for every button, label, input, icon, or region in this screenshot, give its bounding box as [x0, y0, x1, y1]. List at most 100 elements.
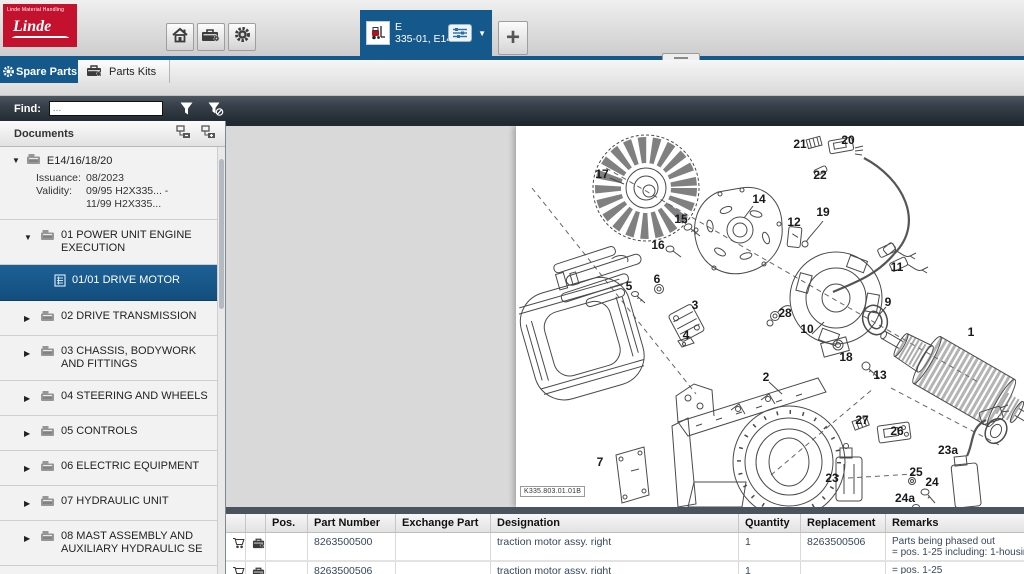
parts-table-panel: Pos. Part Number Exchange Part Designati…	[226, 507, 1024, 574]
assembly-icon	[40, 460, 55, 476]
part-callout-28[interactable]: 28	[778, 306, 792, 320]
tab-spare-parts[interactable]: Spare Parts	[0, 60, 78, 83]
tab-parts-kits[interactable]: Parts Kits	[78, 60, 170, 83]
tree-arrow-icon[interactable]: ▶	[24, 495, 34, 510]
part-callout-19[interactable]: 19	[816, 205, 830, 219]
tree-arrow-icon[interactable]: ▶	[24, 390, 34, 405]
tree-item[interactable]: ▼ 01 POWER UNIT ENGINE EXECUTION	[0, 220, 218, 265]
part-callout-7[interactable]: 7	[597, 455, 604, 469]
tree-item[interactable]: 01/01 DRIVE MOTOR	[0, 265, 218, 301]
col-cart	[226, 514, 246, 532]
part-callout-12[interactable]: 12	[787, 215, 801, 229]
tree-expand-all-button[interactable]	[200, 124, 217, 143]
tree-root-item[interactable]: ▼ E14/16/18/20	[0, 147, 218, 170]
tab-filter-button[interactable]	[448, 24, 473, 42]
add-to-cart-button[interactable]	[226, 533, 246, 560]
part-callout-17[interactable]: 17	[595, 167, 609, 181]
part-callout-3[interactable]: 3	[692, 298, 699, 312]
table-row[interactable]: 8263500506 traction motor assy. right 1 …	[226, 562, 1024, 574]
home-button[interactable]	[166, 23, 194, 51]
part-callout-18[interactable]: 18	[839, 350, 853, 364]
tree-item[interactable]: ▶ 07 HYDRAULIC UNIT	[0, 486, 218, 521]
tree-arrow-icon[interactable]: ▼	[12, 156, 20, 165]
part-callout-22[interactable]: 22	[813, 168, 827, 182]
tree-arrow-icon[interactable]: ▶	[24, 460, 34, 475]
part-callout-1[interactable]: 1	[968, 325, 975, 339]
issuance-value: 08/2023	[86, 172, 124, 184]
cell-part-number[interactable]: 8263500500	[308, 533, 396, 560]
col-exchange-part[interactable]: Exchange Part	[396, 514, 491, 532]
clear-filter-button[interactable]	[207, 101, 225, 117]
part-callout-2[interactable]: 2	[763, 370, 770, 384]
cell-replacement[interactable]	[801, 562, 886, 574]
tree-item-label: 02 DRIVE TRANSMISSION	[61, 310, 197, 322]
sidebar-scrollbar[interactable]	[217, 147, 225, 574]
part-callout-15[interactable]: 15	[674, 212, 688, 226]
cell-replacement[interactable]: 8263500506	[801, 533, 886, 560]
drawing-viewer[interactable]: 17 15 16 14 21 20 22 12 19 11 9 28 10 18 13 1 2 27 26 23 25 2…	[226, 121, 1024, 507]
part-callout-11[interactable]: 11	[891, 260, 904, 274]
find-input[interactable]	[48, 101, 163, 116]
tree-item-label: 05 CONTROLS	[61, 425, 138, 437]
tree-arrow-icon[interactable]: ▶	[24, 530, 34, 545]
plus-icon: +	[505, 24, 520, 51]
tree-item[interactable]: ▶ 04 STEERING AND WHEELS	[0, 381, 218, 416]
find-label: Find:	[14, 102, 41, 115]
tree-arrow-icon[interactable]: ▼	[24, 229, 34, 244]
cell-exchange-part	[396, 562, 491, 574]
scrollbar-thumb[interactable]	[219, 159, 224, 309]
tree-arrow-icon[interactable]	[38, 274, 48, 276]
document-tab[interactable]: E 335-01, E14... ▼	[360, 10, 492, 56]
part-callout-24[interactable]: 24	[925, 475, 939, 489]
tree-arrow-icon[interactable]: ▶	[24, 345, 34, 360]
part-callout-13[interactable]: 13	[873, 368, 887, 382]
col-part-number[interactable]: Part Number	[308, 514, 396, 532]
col-replacement[interactable]: Replacement	[801, 514, 886, 532]
part-callout-10[interactable]: 10	[800, 322, 814, 336]
part-callout-25[interactable]: 25	[909, 465, 923, 479]
table-row[interactable]: 8263500500 traction motor assy. right 1 …	[226, 533, 1024, 562]
part-callout-16[interactable]: 16	[651, 238, 665, 252]
add-to-kit-button[interactable]	[246, 533, 266, 560]
part-callout-27[interactable]: 27	[855, 413, 869, 427]
part-callout-20[interactable]: 20	[841, 133, 855, 147]
tree-arrow-icon[interactable]: ▶	[24, 425, 34, 440]
col-designation[interactable]: Designation	[491, 514, 739, 532]
tree-item[interactable]: ▶ 02 DRIVE TRANSMISSION	[0, 301, 218, 336]
add-to-cart-button[interactable]	[226, 562, 246, 574]
parts-manager-button[interactable]	[197, 23, 225, 51]
new-tab-button[interactable]: +	[498, 21, 528, 55]
part-callout-9[interactable]: 9	[885, 295, 892, 309]
forklift-icon	[366, 21, 390, 45]
document-icon	[54, 274, 66, 291]
tree-item[interactable]: ▶ 09 SPECIAL EQUIPMENTS	[0, 566, 218, 574]
tree-item[interactable]: ▶ 03 CHASSIS, BODYWORK AND FITTINGS	[0, 336, 218, 381]
part-callout-14[interactable]: 14	[752, 192, 766, 206]
part-callout-21[interactable]: 21	[793, 137, 807, 151]
add-to-kit-button[interactable]	[246, 562, 266, 574]
settings-button[interactable]	[228, 23, 256, 51]
tab-dropdown-icon[interactable]: ▼	[478, 29, 486, 38]
part-callout-24a[interactable]: 24a	[895, 491, 915, 505]
col-pos[interactable]: Pos.	[266, 514, 308, 532]
tree-item[interactable]: ▶ 06 ELECTRIC EQUIPMENT	[0, 451, 218, 486]
tree-item-label: 08 MAST ASSEMBLY AND AUXILIARY HYDRAULIC…	[61, 530, 203, 555]
cell-pos	[266, 562, 308, 574]
tree-item[interactable]: ▶ 08 MAST ASSEMBLY AND AUXILIARY HYDRAUL…	[0, 521, 218, 566]
part-callout-26[interactable]: 26	[890, 424, 904, 438]
col-remarks[interactable]: Remarks	[886, 514, 1024, 532]
tree-arrow-icon[interactable]: ▶	[24, 310, 34, 325]
tree-item[interactable]: ▶ 05 CONTROLS	[0, 416, 218, 451]
tree-collapse-all-button[interactable]	[175, 124, 192, 143]
part-callout-6[interactable]: 6	[654, 272, 661, 286]
col-quantity[interactable]: Quantity	[739, 514, 801, 532]
part-callout-5[interactable]: 5	[626, 279, 633, 293]
part-callout-23[interactable]: 23	[825, 471, 839, 485]
panel-divider[interactable]	[226, 507, 1024, 514]
document-meta: Issuance: 08/2023 Validity: 09/95 H2X335..…	[0, 170, 218, 220]
part-callout-23a[interactable]: 23a	[938, 443, 958, 457]
cell-part-number[interactable]: 8263500506	[308, 562, 396, 574]
tree-root-label: E14/16/18/20	[46, 154, 113, 167]
apply-filter-button[interactable]	[179, 101, 194, 116]
part-callout-4[interactable]: 4	[683, 328, 690, 342]
